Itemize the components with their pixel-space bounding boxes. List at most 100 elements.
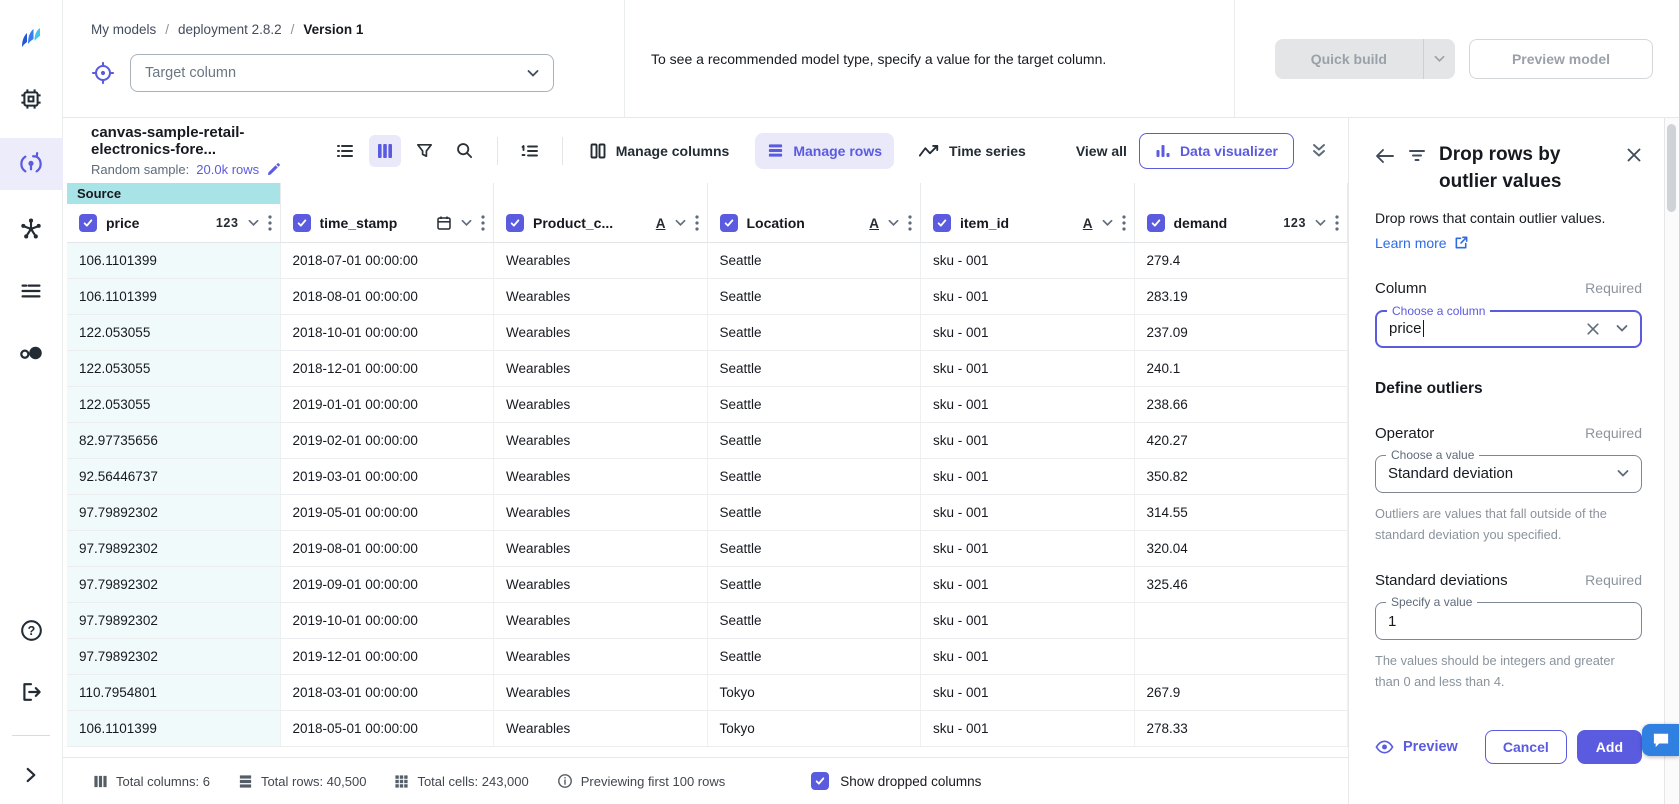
table-cell: Wearables [494,387,708,422]
column-input-value: price [1389,320,1422,337]
ordered-list-icon[interactable] [514,135,546,167]
column-header-item-id: item_idA [921,204,1135,242]
close-icon[interactable] [1626,147,1642,196]
list-icon[interactable] [0,268,63,314]
table-cell [1135,603,1349,638]
view-all-button[interactable]: View all [1064,133,1139,169]
operator-select-label: Choose a value [1386,448,1479,462]
column-kebab-icon[interactable] [1335,215,1339,231]
table-cell: 97.79892302 [67,567,281,602]
operator-select[interactable]: Choose a value Standard deviation [1375,455,1642,493]
table-cell: 420.27 [1135,423,1349,458]
column-checkbox[interactable] [933,214,951,232]
drop-rows-panel: Drop rows by outlier values Drop rows th… [1348,118,1664,804]
table-cell: 320.04 [1135,531,1349,566]
column-kebab-icon[interactable] [481,215,485,231]
column-kebab-icon[interactable] [268,215,272,231]
breadcrumb-item[interactable]: My models [91,22,156,37]
data-visualizer-button[interactable]: Data visualizer [1139,133,1294,169]
table-cell: Seattle [708,603,922,638]
table-cell: 82.97735656 [67,423,281,458]
checkbox-checked-icon[interactable] [811,772,829,790]
breadcrumb-separator: / [291,22,295,37]
time-series-button[interactable]: Time series [906,133,1038,169]
table-cell: sku - 001 [921,315,1135,350]
show-dropped-columns-checkbox[interactable]: Show dropped columns [811,772,981,790]
grid-body: 106.11013992018-07-01 00:00:00WearablesS… [67,243,1348,747]
column-name: demand [1174,215,1228,231]
table-cell: 2019-05-01 00:00:00 [281,495,495,530]
learn-more-link[interactable]: Learn more [1375,235,1469,251]
column-dropdown-caret-icon[interactable] [1616,324,1628,333]
target-column-select[interactable]: Target column [130,54,554,92]
edit-sample-icon[interactable] [266,162,281,177]
operator-dropdown-caret-icon[interactable] [1617,469,1629,478]
manage-rows-button[interactable]: Manage rows [755,133,894,169]
add-button[interactable]: Add [1577,730,1642,764]
table-cell: Wearables [494,711,708,746]
row-list-view-icon[interactable] [329,135,361,167]
column-menu-caret-icon[interactable] [1102,219,1113,227]
preview-button[interactable]: Preview [1375,739,1458,755]
column-checkbox[interactable] [506,214,524,232]
column-view-icon[interactable] [369,135,401,167]
sample-size-link[interactable]: 20.0k rows [196,162,259,177]
breadcrumb-item[interactable]: deployment 2.8.2 [178,22,282,37]
std-value-input[interactable]: Specify a value 1 [1375,602,1642,640]
sign-out-icon[interactable] [0,669,63,715]
breadcrumb-item: Version 1 [303,22,363,37]
column-input[interactable]: Choose a column price [1375,310,1642,348]
sidebar-divider [12,735,50,736]
column-checkbox[interactable] [79,214,97,232]
table-cell: sku - 001 [921,567,1135,602]
automations-icon[interactable] [0,330,63,376]
preview-model-button[interactable]: Preview model [1469,39,1653,79]
cancel-button[interactable]: Cancel [1485,730,1567,764]
filter-icon[interactable] [409,135,441,167]
column-checkbox[interactable] [720,214,738,232]
manage-columns-button[interactable]: Manage columns [577,133,742,169]
expand-sidebar-icon[interactable] [0,752,63,798]
time-series-label: Time series [949,143,1026,159]
quick-build-label: Quick build [1275,39,1423,79]
quick-build-caret-icon[interactable] [1423,39,1455,79]
table-cell: 106.1101399 [67,279,281,314]
clear-input-icon[interactable] [1586,322,1600,336]
table-cell: Seattle [708,639,922,674]
table-cell: 325.46 [1135,567,1349,602]
column-kebab-icon[interactable] [1122,215,1126,231]
back-arrow-icon[interactable] [1375,147,1395,196]
sidebar: ? [0,0,63,804]
dataset-toolbar: canvas-sample-retail-electronics-fore...… [63,118,1348,183]
required-label: Required [1585,280,1642,296]
search-icon[interactable] [449,135,481,167]
table-row: 97.798923022019-10-01 00:00:00WearablesS… [67,603,1348,639]
column-menu-caret-icon[interactable] [461,219,472,227]
panel-scrollbar[interactable] [1664,118,1679,804]
canvas-logo[interactable] [0,14,63,60]
quick-build-button[interactable]: Quick build [1275,39,1455,79]
table-cell: Wearables [494,243,708,278]
model-registry-icon[interactable] [0,206,63,252]
column-menu-caret-icon[interactable] [248,219,259,227]
column-kebab-icon[interactable] [908,215,912,231]
scrollbar-thumb[interactable] [1667,124,1676,212]
table-cell: Seattle [708,495,922,530]
canvas-home-icon[interactable] [0,138,63,190]
chat-widget-button[interactable] [1642,724,1679,756]
std-input-value: 1 [1388,613,1396,630]
column-kebab-icon[interactable] [695,215,699,231]
column-checkbox[interactable] [293,214,311,232]
table-cell: 2019-08-01 00:00:00 [281,531,495,566]
table-row: 97.798923022019-12-01 00:00:00WearablesS… [67,639,1348,675]
collapse-double-chevron-icon[interactable] [1310,143,1328,159]
column-menu-caret-icon[interactable] [675,219,686,227]
column-menu-caret-icon[interactable] [888,219,899,227]
table-cell: 2019-01-01 00:00:00 [281,387,495,422]
column-checkbox[interactable] [1147,214,1165,232]
models-chip-icon[interactable] [0,76,63,122]
column-header-time-stamp: time_stamp [281,204,495,242]
column-menu-caret-icon[interactable] [1315,219,1326,227]
help-icon[interactable]: ? [0,607,63,653]
rows-icon [238,774,253,789]
